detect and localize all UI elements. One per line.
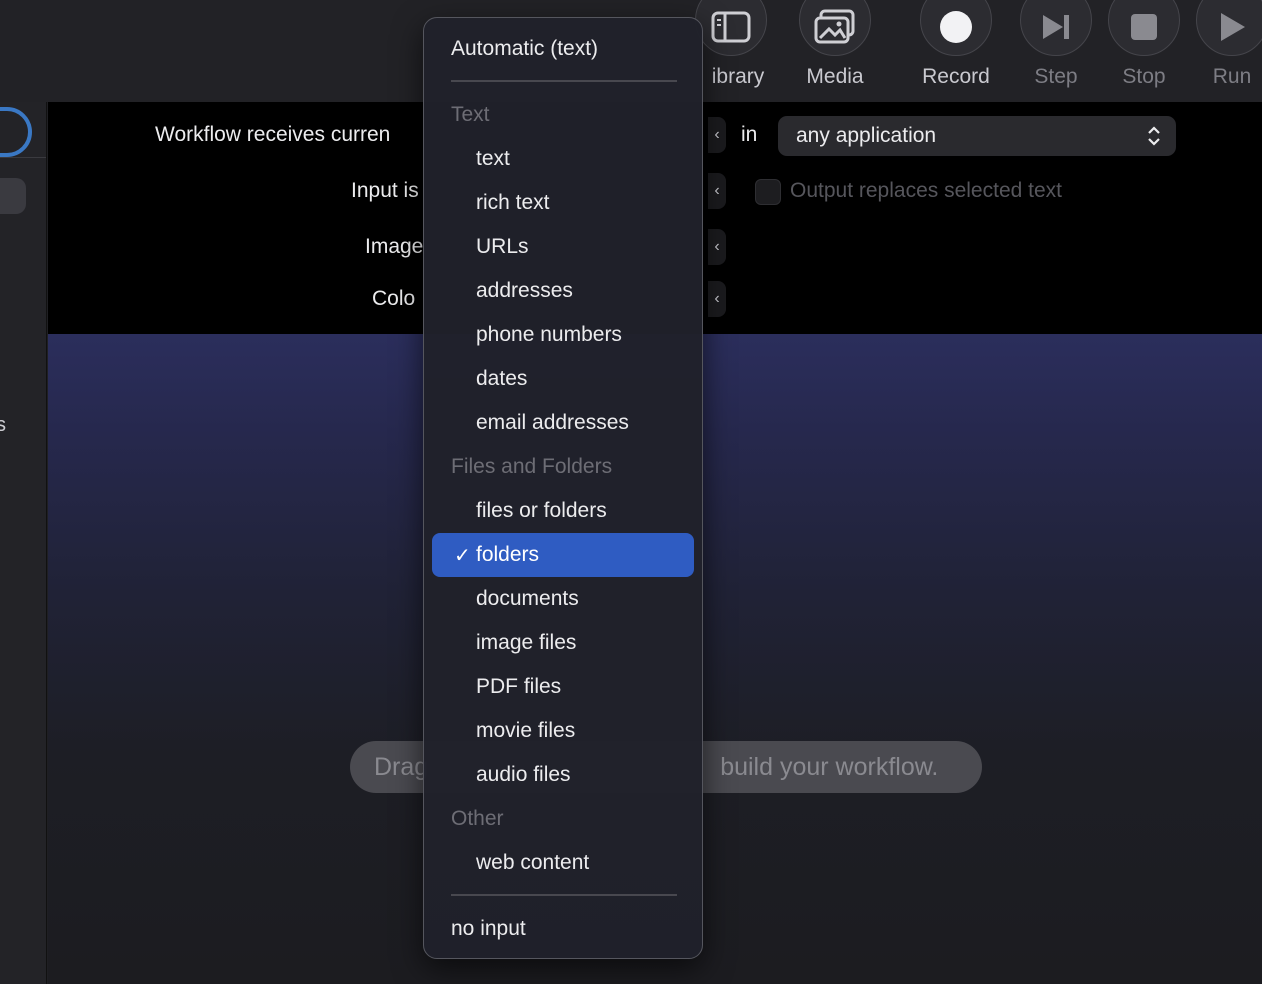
menu-item-no-input[interactable]: no input — [432, 907, 694, 951]
input-type-popup-edge[interactable]: ‹ — [708, 117, 726, 153]
menu-item-movie-files[interactable]: movie files — [432, 709, 694, 753]
menu-item-email-addresses[interactable]: email addresses — [432, 401, 694, 445]
stop-button[interactable]: Stop — [1099, 0, 1189, 102]
sidebar-divider — [0, 157, 46, 158]
application-select[interactable]: any application — [778, 116, 1176, 156]
menu-item-web-content[interactable]: web content — [432, 841, 694, 885]
input-is-popup-edge[interactable]: ‹ — [708, 173, 726, 209]
menu-header-text: Text — [451, 103, 490, 126]
color-popup-edge[interactable]: ‹ — [708, 281, 726, 317]
menu-item-pdf-files[interactable]: PDF files — [432, 665, 694, 709]
menu-item-phone-numbers[interactable]: phone numbers — [432, 313, 694, 357]
library-label: ibrary — [711, 65, 765, 88]
menu-item-addresses[interactable]: addresses — [432, 269, 694, 313]
record-label: Record — [922, 65, 990, 88]
hint-text-left: Drag — [374, 752, 429, 781]
media-label: Media — [806, 65, 864, 88]
menu-item-urls[interactable]: URLs — [432, 225, 694, 269]
library-sidebar: s — [0, 102, 47, 984]
step-forward-icon — [1020, 0, 1092, 56]
input-is-label: Input is — [351, 179, 419, 202]
chevron-updown-icon — [1146, 124, 1162, 154]
color-label: Colo — [372, 287, 416, 310]
image-popup-edge[interactable]: ‹ — [708, 229, 726, 265]
menu-item-automatic-text[interactable]: Automatic (text) — [432, 27, 694, 71]
menu-item-documents[interactable]: documents — [432, 577, 694, 621]
record-dot-icon — [920, 0, 992, 56]
record-button[interactable]: Record — [911, 0, 1001, 102]
checkmark-icon: ✓ — [454, 545, 471, 567]
run-label: Run — [1212, 65, 1252, 88]
library-sidebar-icon — [695, 0, 767, 56]
in-label: in — [741, 123, 758, 146]
sidebar-item-fragment: s — [0, 414, 6, 436]
menu-item-text[interactable]: text — [432, 137, 694, 181]
media-photos-icon — [799, 0, 871, 56]
stop-square-icon — [1108, 0, 1180, 56]
run-button[interactable]: Run — [1187, 0, 1262, 102]
search-field-focus[interactable] — [0, 107, 32, 157]
output-replaces-label: Output replaces selected text — [790, 179, 1062, 202]
receives-label: Workflow receives curren — [155, 123, 391, 146]
step-label: Step — [1034, 65, 1078, 88]
input-type-menu: Automatic (text) Text text rich text URL… — [423, 17, 703, 959]
image-label: Image — [365, 235, 424, 258]
play-triangle-icon — [1196, 0, 1262, 56]
menu-item-image-files[interactable]: image files — [432, 621, 694, 665]
menu-item-label: folders — [476, 543, 540, 566]
menu-item-rich-text[interactable]: rich text — [432, 181, 694, 225]
hint-text-right: build your workflow. — [720, 752, 939, 781]
menu-item-audio-files[interactable]: audio files — [432, 753, 694, 797]
application-select-value: any application — [796, 124, 937, 147]
menu-item-folders-selected[interactable]: ✓ folders — [432, 533, 694, 577]
menu-separator — [451, 894, 677, 896]
menu-header-other: Other — [451, 807, 504, 830]
menu-item-dates[interactable]: dates — [432, 357, 694, 401]
output-replaces-checkbox[interactable] — [755, 179, 781, 205]
sidebar-selected-item[interactable] — [0, 178, 26, 214]
media-button[interactable]: Media — [790, 0, 880, 102]
menu-separator — [451, 80, 677, 82]
step-button[interactable]: Step — [1011, 0, 1101, 102]
menu-header-files-and-folders: Files and Folders — [451, 455, 613, 478]
menu-item-files-or-folders[interactable]: files or folders — [432, 489, 694, 533]
stop-label: Stop — [1122, 65, 1166, 88]
